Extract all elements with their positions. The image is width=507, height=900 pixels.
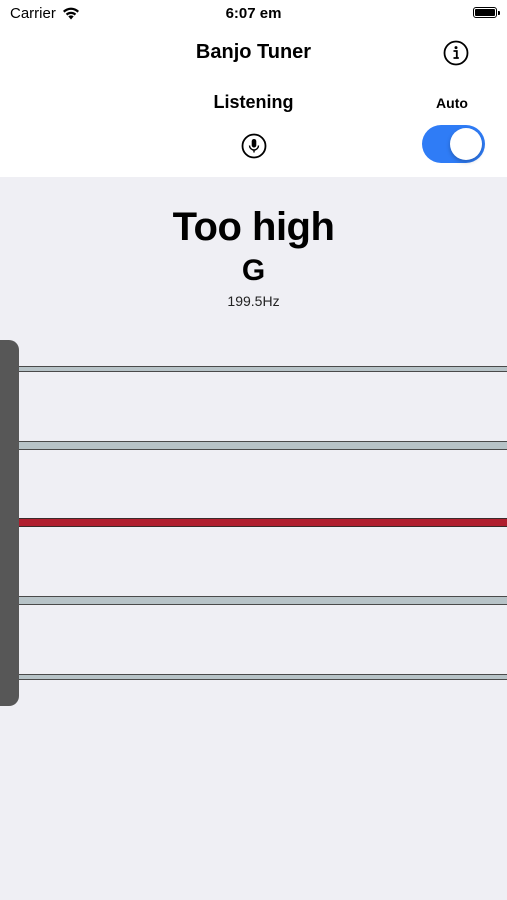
frequency-readout: 199.5Hz xyxy=(227,293,280,309)
tuning-status: Too high xyxy=(172,205,335,249)
battery-icon xyxy=(473,7,500,18)
toggle-knob xyxy=(450,128,482,160)
auto-label: Auto xyxy=(436,95,468,111)
auto-toggle[interactable] xyxy=(422,125,485,163)
page-title: Banjo Tuner xyxy=(195,41,312,63)
status-bar-time: 6:07 em xyxy=(225,5,282,22)
banjo-string-1[interactable] xyxy=(19,366,507,372)
info-circle-icon[interactable] xyxy=(443,40,469,66)
banjo-string-3[interactable] xyxy=(19,518,507,527)
banjo-string-4[interactable] xyxy=(19,596,507,605)
note-name: G xyxy=(241,254,266,287)
microphone-icon[interactable] xyxy=(241,133,267,159)
banjo-nut xyxy=(0,340,19,706)
banjo-string-5[interactable] xyxy=(19,674,507,680)
banjo-string-2[interactable] xyxy=(19,441,507,450)
